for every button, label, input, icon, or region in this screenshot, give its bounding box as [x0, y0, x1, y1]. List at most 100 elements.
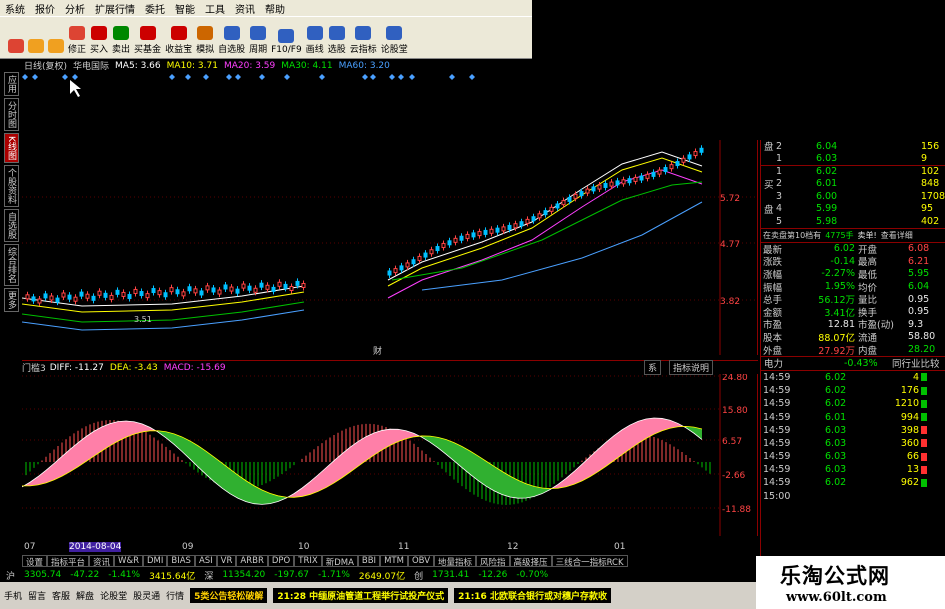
indicator-tab-18[interactable]: 三线合一指标RCK [551, 555, 628, 568]
candle-b [537, 213, 542, 219]
order-side: 盘 [764, 142, 774, 154]
indicator-tab-9[interactable]: DPO [267, 555, 295, 567]
menu-item-6[interactable]: 工具 [200, 1, 230, 16]
indicator-tab-10[interactable]: TRIX [294, 555, 322, 567]
side-tab-4[interactable]: 自选股 [4, 208, 19, 242]
order-price: 6.03 [816, 153, 838, 165]
order-volume: 9 [921, 153, 928, 165]
kline-top-area [22, 72, 532, 140]
candle-b [405, 262, 410, 268]
bottom-link-6[interactable]: 行情 [166, 589, 184, 602]
sector-name[interactable]: 电力 [764, 356, 844, 370]
toolbar-button-3[interactable]: 修正 [68, 26, 86, 55]
candle-a [103, 292, 108, 298]
indicator-tab-13[interactable]: MTM [380, 555, 408, 567]
toolbar-button-10[interactable]: 周期 [249, 26, 267, 55]
tick-price: 6.03 [825, 464, 847, 476]
signal-diamond-icon [370, 74, 376, 80]
indicator-tab-17[interactable]: 高级择压 [509, 555, 552, 568]
side-tab-0[interactable]: 应用 [4, 72, 19, 96]
menu-item-0[interactable]: 系统 [0, 1, 30, 16]
indicator-tab-15[interactable]: 地量指标 [434, 555, 477, 568]
toolbar-button-9[interactable]: 自选股 [218, 26, 245, 55]
candle-b [687, 154, 692, 160]
macd-axis-label: -2.66 [722, 471, 746, 481]
menu-item-3[interactable]: 扩展行情 [90, 1, 140, 16]
toolbar-button-12[interactable]: 画线 [306, 26, 324, 55]
tick-volume: 994 [900, 411, 919, 423]
side-tab-2[interactable]: K线图 [4, 133, 19, 163]
tick-volume: 4 [912, 371, 919, 383]
tick-price: 6.02 [825, 385, 847, 397]
bottom-link-4[interactable]: 论股堂 [100, 589, 127, 602]
indicator-tab-5[interactable]: BIAS [167, 555, 195, 567]
price-axis-label: 3.82 [720, 297, 740, 307]
indicator-tab-16[interactable]: 风险指 [476, 555, 510, 568]
toolbar-button-8[interactable]: 模拟 [196, 26, 214, 55]
indicator-tab-3[interactable]: W&R [114, 555, 143, 567]
sh-index-change: -47.22 [70, 570, 100, 580]
side-tab-6[interactable]: 更多 [4, 287, 19, 312]
macd-system-button[interactable]: 系 [644, 360, 662, 375]
side-tab-5[interactable]: 综合排名 [4, 243, 19, 286]
indicator-help-button[interactable]: 指标说明 [669, 360, 714, 375]
news-item-0[interactable]: 5类公告轻松破解 [190, 588, 268, 603]
toolbar-button-1[interactable] [28, 39, 44, 55]
toolbar-button-7[interactable]: 收益宝 [165, 26, 192, 55]
order-note-volume: 4775手 [825, 230, 854, 240]
menu-item-5[interactable]: 智能 [170, 1, 200, 16]
f10-icon [278, 29, 295, 43]
side-tab-1[interactable]: 分时图 [4, 98, 19, 131]
toolbar-button-0[interactable] [8, 39, 24, 55]
menu-item-1[interactable]: 报价 [30, 1, 60, 16]
bottom-link-0[interactable]: 手机 [4, 589, 22, 602]
candle-b [603, 182, 608, 188]
indicator-tab-2[interactable]: 资讯 [89, 555, 115, 568]
toolbar-button-2[interactable] [48, 39, 64, 55]
news-item-2[interactable]: 21:16 北欧联合银行或对穗户存款收 [454, 588, 611, 603]
toolbar-button-15[interactable]: 论股堂 [381, 26, 408, 55]
menu-item-7[interactable]: 资讯 [230, 1, 260, 16]
macd-indicator-name[interactable]: 门槛3 [22, 361, 46, 374]
toolbar-button-label: 自选股 [218, 45, 246, 55]
tick-row: 14:59 6.02 962 [761, 476, 945, 489]
indicator-tab-6[interactable]: ASI [194, 555, 217, 567]
order-volume: 102 [921, 166, 940, 178]
tick-row: 14:59 6.01 994 [761, 410, 945, 423]
toolbar-button-11[interactable]: F10/F9 [271, 29, 302, 55]
candle-a [157, 290, 162, 296]
tick-price: 6.02 [825, 371, 847, 383]
industry-compare-button[interactable]: 同行业比较 [892, 356, 940, 370]
order-note-detail-link[interactable]: 查看详细 [881, 230, 913, 241]
bottom-link-3[interactable]: 解盘 [76, 589, 94, 602]
period-label[interactable]: 日线(复权) [24, 59, 67, 72]
indicator-tab-12[interactable]: BBI [357, 555, 381, 567]
menu-item-8[interactable]: 帮助 [260, 1, 290, 16]
menu-item-2[interactable]: 分析 [60, 1, 90, 16]
bottom-link-1[interactable]: 留言 [28, 589, 46, 602]
side-tab-3[interactable]: 个股资料 [4, 164, 19, 207]
toolbar-button-6[interactable]: 买基金 [134, 26, 161, 55]
indicator-tab-8[interactable]: ARBR [236, 555, 268, 567]
indicator-tab-14[interactable]: OBV [407, 555, 435, 567]
quote-value: 3.41亿 [824, 307, 855, 319]
menu-item-4[interactable]: 委托 [140, 1, 170, 16]
indicator-tab-7[interactable]: VR [216, 555, 237, 567]
macd-fill-area [382, 429, 390, 450]
toolbar-button-14[interactable]: 云指标 [350, 26, 377, 55]
toolbar-button-13[interactable]: 选股 [328, 26, 346, 55]
indicator-tab-4[interactable]: DMI [143, 555, 168, 567]
tick-row: 14:59 6.03 66 [761, 450, 945, 463]
bottom-link-2[interactable]: 客服 [52, 589, 70, 602]
news-item-1[interactable]: 21:28 中缅原油管道工程举行试投产仪式 [273, 588, 449, 603]
indicator-tab-11[interactable]: 新DMA [321, 555, 358, 568]
candle-a [253, 287, 258, 293]
tick-price: 6.03 [825, 451, 847, 463]
indicator-tab-0[interactable]: 设置 [22, 555, 48, 568]
price-axis-label: 5.72 [720, 194, 740, 204]
bottom-link-5[interactable]: 股灵通 [133, 589, 160, 602]
toolbar-button-5[interactable]: 卖出 [112, 26, 130, 55]
toolbar-button-4[interactable]: 买入 [90, 26, 108, 55]
toolbar-button-label: 选股 [327, 45, 346, 55]
indicator-tab-1[interactable]: 指标平台 [47, 555, 90, 568]
